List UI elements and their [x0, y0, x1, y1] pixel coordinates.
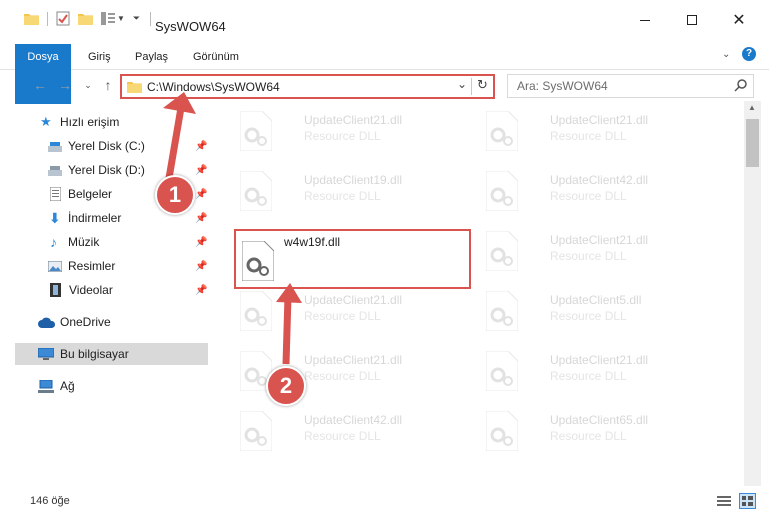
- sidebar-item-music[interactable]: ♪ Müzik 📌: [0, 231, 208, 253]
- chevron-down-icon: ⌄: [84, 80, 92, 90]
- list-item[interactable]: UpdateClient21.dll Resource DLL: [480, 341, 725, 401]
- dll-file-icon: [239, 290, 273, 332]
- pin-icon[interactable]: 📌: [195, 261, 207, 272]
- dll-file-icon: [239, 170, 273, 212]
- chevron-up-icon[interactable]: ▲: [748, 103, 756, 112]
- list-item[interactable]: UpdateClient65.dll Resource DLL: [480, 401, 725, 461]
- dll-file-icon: [485, 350, 519, 392]
- title-bar: ▼ ⏷ SysWOW64 ✕: [0, 0, 769, 40]
- dll-file-icon: [485, 110, 519, 152]
- dll-file-icon: [239, 410, 273, 452]
- sidebar-item-network[interactable]: Ağ: [0, 375, 208, 397]
- help-icon[interactable]: ?: [742, 47, 756, 61]
- list-item[interactable]: UpdateClient42.dll Resource DLL: [480, 161, 725, 221]
- pin-icon[interactable]: 📌: [195, 189, 207, 200]
- drive-icon: [48, 141, 62, 152]
- list-item[interactable]: UpdateClient21.dll Resource DLL: [234, 281, 479, 341]
- vertical-scrollbar[interactable]: ▲: [744, 101, 761, 486]
- layout-icon[interactable]: [101, 12, 115, 25]
- file-list: UpdateClient21.dll Resource DLL UpdateCl…: [212, 101, 743, 486]
- sidebar-item-local-disk-c[interactable]: Yerel Disk (C:) 📌: [0, 135, 208, 157]
- window-title: SysWOW64: [155, 19, 226, 34]
- close-icon: ✕: [732, 12, 746, 29]
- dll-file-icon: [485, 410, 519, 452]
- target-dll-file[interactable]: w4w19f.dll: [234, 229, 471, 289]
- sidebar-item-quick-access[interactable]: ★ Hızlı erişim: [0, 111, 208, 133]
- dropdown-arrow-icon[interactable]: ▼: [117, 14, 125, 23]
- details-view-icon[interactable]: [717, 495, 731, 507]
- pin-icon[interactable]: 📌: [195, 213, 207, 224]
- recent-locations-button[interactable]: ⌄: [78, 75, 98, 95]
- back-button[interactable]: ←: [30, 75, 50, 95]
- navigation-bar: ← → ⌄ ↑ C:\Windows\SysWOW64 ⌄ ↻ Ara: Sys…: [0, 71, 769, 101]
- step-callout-2: 2: [266, 366, 306, 406]
- maximize-button[interactable]: [669, 0, 715, 40]
- dll-file-icon: [241, 240, 275, 282]
- computer-icon: [37, 347, 55, 360]
- refresh-icon[interactable]: ↻: [477, 77, 488, 93]
- dll-file-icon: [239, 110, 273, 152]
- arrow-up-icon: ↑: [104, 77, 112, 93]
- arrow-left-icon: ←: [33, 77, 47, 93]
- address-path[interactable]: C:\Windows\SysWOW64: [147, 80, 280, 94]
- chevron-down-icon[interactable]: ⌄: [722, 49, 730, 60]
- folder-icon[interactable]: [24, 12, 39, 25]
- step-callout-1: 1: [155, 175, 195, 215]
- music-icon: ♪: [50, 234, 57, 250]
- address-divider: [471, 78, 472, 95]
- network-icon: [38, 379, 54, 393]
- chevron-down-icon[interactable]: ⌄: [457, 77, 467, 91]
- pin-icon[interactable]: 📌: [195, 165, 207, 176]
- download-icon: ⬇: [49, 209, 61, 226]
- picture-icon: [47, 260, 63, 272]
- video-icon: [50, 283, 61, 297]
- quick-access-toolbar: ▼ ⏷: [24, 11, 152, 26]
- ribbon: Dosya Giriş Paylaş Görünüm ⌄ ?: [0, 40, 769, 104]
- dll-file-icon: [485, 230, 519, 272]
- scrollbar-thumb[interactable]: [746, 119, 759, 167]
- navigation-pane: ★ Hızlı erişim Yerel Disk (C:) 📌 Yerel D…: [0, 101, 210, 486]
- sidebar-item-pictures[interactable]: Resimler 📌: [0, 255, 208, 277]
- properties-icon[interactable]: [56, 11, 70, 26]
- sidebar-item-videos[interactable]: Videolar 📌: [0, 279, 208, 301]
- tiles-view-icon[interactable]: [739, 493, 756, 509]
- list-item[interactable]: UpdateClient21.dll Resource DLL: [480, 101, 725, 161]
- new-folder-icon[interactable]: [78, 12, 93, 25]
- cloud-icon: [38, 317, 56, 328]
- list-item[interactable]: UpdateClient21.dll Resource DLL: [234, 101, 479, 161]
- pin-icon[interactable]: 📌: [195, 285, 207, 296]
- list-item[interactable]: UpdateClient21.dll Resource DLL: [480, 221, 725, 281]
- close-button[interactable]: ✕: [716, 0, 762, 40]
- customize-qat-icon[interactable]: ⏷: [133, 13, 140, 24]
- list-item[interactable]: UpdateClient42.dll Resource DLL: [234, 401, 479, 461]
- tab-view[interactable]: Görünüm: [193, 44, 239, 70]
- list-item[interactable]: UpdateClient5.dll Resource DLL: [480, 281, 725, 341]
- sidebar-item-this-pc[interactable]: Bu bilgisayar: [15, 343, 208, 365]
- minimize-icon: [640, 19, 650, 21]
- folder-icon: [127, 80, 142, 93]
- arrow-right-icon: →: [58, 77, 72, 93]
- search-icon[interactable]: [734, 78, 748, 92]
- address-bar[interactable]: C:\Windows\SysWOW64 ⌄ ↻: [120, 74, 495, 99]
- search-input[interactable]: Ara: SysWOW64: [517, 79, 608, 93]
- minimize-button[interactable]: [622, 0, 668, 40]
- drive-icon: [48, 165, 62, 176]
- status-bar: 146 öğe: [0, 487, 769, 517]
- forward-button[interactable]: →: [55, 75, 75, 95]
- list-item[interactable]: UpdateClient19.dll Resource DLL: [234, 161, 479, 221]
- pin-icon[interactable]: 📌: [195, 237, 207, 248]
- tab-share[interactable]: Paylaş: [135, 44, 168, 70]
- maximize-icon: [687, 15, 697, 25]
- tab-home[interactable]: Giriş: [88, 44, 111, 70]
- dll-file-icon: [485, 290, 519, 332]
- document-icon: [49, 186, 62, 202]
- star-icon: ★: [40, 114, 52, 129]
- up-button[interactable]: ↑: [98, 75, 118, 95]
- dll-file-icon: [485, 170, 519, 212]
- item-count: 146 öğe: [30, 495, 70, 507]
- pin-icon[interactable]: 📌: [195, 141, 207, 152]
- sidebar-item-onedrive[interactable]: OneDrive: [0, 311, 208, 333]
- search-box[interactable]: Ara: SysWOW64: [507, 74, 754, 98]
